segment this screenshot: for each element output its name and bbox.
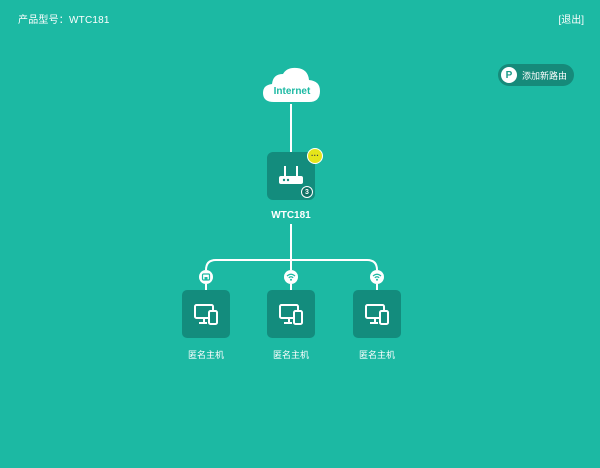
host-tile-3[interactable] xyxy=(353,290,401,338)
host-tile-2[interactable] xyxy=(267,290,315,338)
wifi-connection-icon xyxy=(370,270,384,284)
devices-icon xyxy=(194,304,218,325)
router-name: WTC181 xyxy=(271,210,311,221)
host-name-2: 匿名主机 xyxy=(272,350,309,360)
host-name-3: 匿名主机 xyxy=(358,350,395,360)
router-client-count: 3 xyxy=(301,186,313,198)
host-tile-1[interactable] xyxy=(182,290,230,338)
wifi-connection-icon xyxy=(284,270,298,284)
router-more-badge[interactable]: ··· xyxy=(307,148,323,164)
devices-icon xyxy=(279,304,303,325)
wired-connection-icon xyxy=(199,270,213,284)
host-name-1: 匿名主机 xyxy=(187,350,224,360)
devices-icon xyxy=(365,304,389,325)
internet-label: Internet xyxy=(273,86,311,97)
